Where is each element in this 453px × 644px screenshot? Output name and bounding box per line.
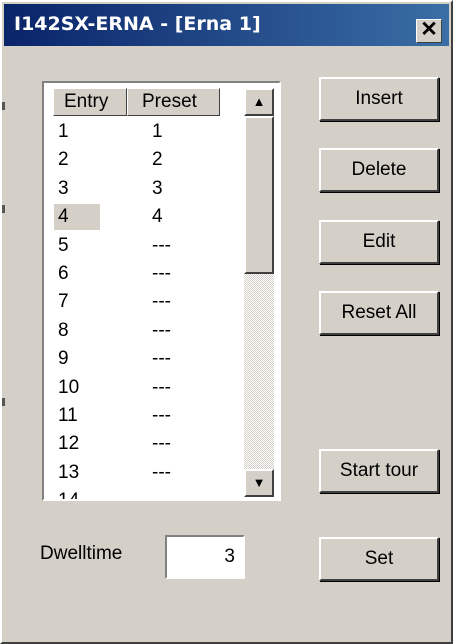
window-title: I142SX-ERNA - [Erna 1] — [14, 13, 261, 35]
column-header-preset[interactable]: Preset — [127, 88, 220, 116]
dwelltime-label: Dwelltime — [40, 543, 123, 564]
entry-cell: 13 — [58, 461, 80, 483]
entry-cell: 2 — [58, 149, 69, 171]
vertical-scrollbar[interactable]: ▲ ▼ — [244, 88, 274, 497]
start-tour-button[interactable]: Start tour — [319, 449, 439, 493]
preset-cell: 2 — [152, 149, 163, 171]
preset-cell: 1 — [152, 121, 163, 142]
list-row[interactable]: 12 --- — [54, 431, 244, 459]
close-icon: ✕ — [420, 18, 438, 41]
entry-cell: 11 — [58, 404, 78, 426]
preset-cell: --- — [152, 319, 171, 341]
list-rows: 1 1 2 2 3 3 4 4 5 --- 6 --- 7 --- 8 --- 9 --- 10 --- 11 --- 12… — [54, 119, 244, 501]
entry-cell: 3 — [58, 177, 69, 199]
preset-list[interactable]: Entry Preset 1 1 2 2 3 3 4 4 5 --- 6 --- 7 --- 8 --- 9 --… — [42, 81, 281, 501]
entry-cell: 10 — [58, 376, 80, 398]
list-row[interactable]: 22 — [54, 147, 244, 175]
preset-cell: 4 — [152, 206, 163, 228]
scroll-thumb[interactable] — [244, 116, 274, 274]
scroll-down-button[interactable]: ▼ — [244, 469, 274, 497]
list-row[interactable]: 33 — [54, 176, 244, 204]
preset-cell: --- — [152, 404, 171, 426]
entry-cell: 14 — [58, 490, 80, 501]
edge-mark — [2, 398, 5, 406]
list-row[interactable]: 8 --- — [54, 318, 244, 346]
preset-cell: --- — [152, 234, 171, 256]
list-row[interactable]: 11 --- — [54, 403, 244, 431]
arrow-down-icon: ▼ — [252, 475, 266, 490]
entry-cell: 5 — [58, 234, 69, 256]
preset-cell: --- — [152, 461, 171, 483]
preset-cell: --- — [152, 348, 171, 370]
preset-cell: --- — [152, 376, 171, 398]
entry-cell: 9 — [58, 348, 69, 370]
list-row[interactable]: 44 — [54, 204, 244, 232]
entry-cell: 12 — [58, 433, 80, 455]
entry-cell: 4 — [54, 204, 100, 231]
list-row[interactable]: 5 --- — [54, 233, 244, 261]
preset-cell: --- — [152, 291, 171, 313]
edge-mark — [2, 102, 5, 110]
delete-button[interactable]: Delete — [319, 148, 439, 192]
list-row[interactable]: 10 --- — [54, 375, 244, 403]
list-row[interactable]: 13 --- — [54, 460, 244, 488]
entry-cell: 7 — [58, 291, 69, 313]
dialog-window: I142SX-ERNA - [Erna 1] ✕ Entry Preset 11… — [0, 0, 453, 644]
entry-cell: 1 — [58, 121, 69, 142]
list-row[interactable]: 7 --- — [54, 289, 244, 317]
column-header-entry[interactable]: Entry — [53, 88, 127, 116]
insert-button[interactable]: Insert — [319, 77, 439, 121]
dwelltime-input[interactable] — [165, 535, 245, 579]
scroll-up-button[interactable]: ▲ — [244, 88, 274, 116]
list-row[interactable]: 9 --- — [54, 346, 244, 374]
arrow-up-icon: ▲ — [252, 94, 266, 109]
preset-cell: --- — [152, 262, 171, 284]
entry-cell: 6 — [58, 262, 69, 284]
preset-cell: --- — [152, 433, 171, 455]
close-button[interactable]: ✕ — [416, 19, 442, 43]
list-row[interactable]: 14 — [54, 488, 244, 501]
preset-cell: 3 — [152, 177, 163, 199]
title-bar[interactable]: I142SX-ERNA - [Erna 1] — [4, 4, 449, 46]
edge-mark — [2, 205, 5, 213]
edit-button[interactable]: Edit — [319, 220, 439, 264]
reset-all-button[interactable]: Reset All — [319, 291, 439, 335]
set-button[interactable]: Set — [319, 537, 439, 581]
list-row[interactable]: 6 --- — [54, 261, 244, 289]
list-row[interactable]: 11 — [54, 119, 244, 147]
entry-cell: 8 — [58, 319, 69, 341]
list-header: Entry Preset — [53, 88, 220, 116]
